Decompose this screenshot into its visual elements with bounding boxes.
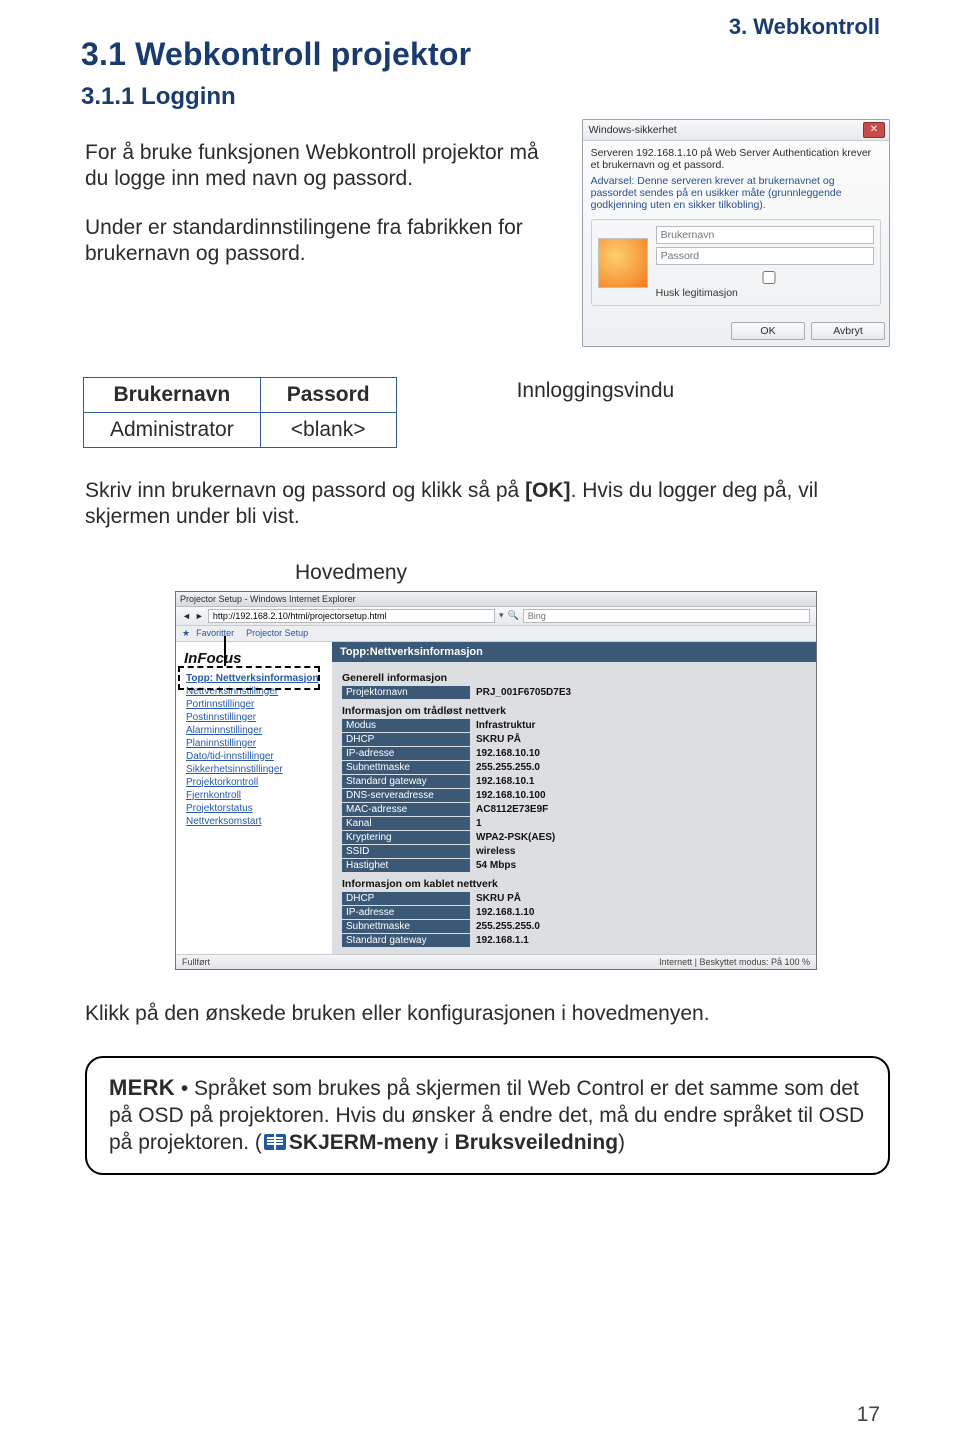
kv-value: 192.168.10.10: [470, 747, 546, 760]
browser-window-figure: Projector Setup - Windows Internet Explo…: [175, 591, 817, 970]
forward-icon[interactable]: ►: [195, 611, 204, 621]
close-icon[interactable]: ✕: [863, 122, 885, 138]
note-label: MERK: [109, 1075, 175, 1100]
sidebar: InFocus Topp: Nettverksinformasjon Nettve…: [176, 642, 332, 954]
kv-value: 192.168.10.100: [470, 789, 552, 802]
section-general: Generell informasjon: [342, 672, 806, 684]
kv-value: wireless: [470, 845, 521, 858]
address-bar[interactable]: [208, 609, 495, 623]
intro-paragraph-2: Under er standardinnstilingene fra fabri…: [85, 215, 554, 268]
kv-value: 255.255.255.0: [470, 761, 546, 774]
page-number: 17: [857, 1403, 880, 1427]
page-tab[interactable]: Projector Setup: [246, 628, 308, 638]
sidebar-item[interactable]: Dato/tid-innstillinger: [186, 751, 328, 762]
favorites-label[interactable]: Favoritter: [196, 628, 234, 638]
sidebar-item[interactable]: Topp: Nettverksinformasjon: [186, 673, 328, 684]
kv-value: SKRU PÅ: [470, 733, 527, 746]
sidebar-item[interactable]: Projektorkontroll: [186, 777, 328, 788]
search-box[interactable]: [523, 609, 810, 623]
remember-label: Husk legitimasjon: [656, 287, 738, 299]
kv-key: Kanal: [342, 817, 470, 830]
status-right: Internett | Beskyttet modus: På 100 %: [659, 957, 810, 967]
cred-header-pass: Passord: [260, 378, 396, 413]
kv-key: DNS-serveradresse: [342, 789, 470, 802]
kv-value: Infrastruktur: [470, 719, 541, 732]
status-left: Fullført: [182, 957, 210, 967]
sidebar-item[interactable]: Fjernkontroll: [186, 790, 328, 801]
kv-value: AC8112E73E9F: [470, 803, 554, 816]
kv-key: Subnettmaske: [342, 761, 470, 774]
kv-value: SKRU PÅ: [470, 892, 527, 905]
login-dialog-figure: Windows-sikkerhet ✕ Serveren 192.168.1.1…: [582, 119, 890, 347]
dialog-title: Windows-sikkerhet: [589, 124, 677, 136]
kv-key: Kryptering: [342, 831, 470, 844]
kv-key: Standard gateway: [342, 934, 470, 947]
sidebar-item[interactable]: Postinnstillinger: [186, 712, 328, 723]
kv-value: 255.255.255.0: [470, 920, 546, 933]
intro-paragraph-1: For å bruke funksjonen Webkontroll proje…: [85, 140, 554, 193]
username-input[interactable]: [656, 226, 874, 244]
instruction-paragraph: Skriv inn brukernavn og passord og klikk…: [85, 478, 865, 531]
login-window-label: Innloggingsvindu: [517, 379, 675, 403]
section-breadcrumb: 3. Webkontroll: [729, 14, 880, 40]
kv-key: Projektornavn: [342, 686, 470, 699]
credentials-table: Brukernavn Passord Administrator <blank>: [83, 377, 397, 448]
password-input[interactable]: [656, 247, 874, 265]
cred-user: Administrator: [84, 413, 261, 448]
cancel-button[interactable]: Avbryt: [811, 322, 885, 340]
kv-key: Hastighet: [342, 859, 470, 872]
ok-button[interactable]: OK: [731, 322, 805, 340]
browser-title: Projector Setup - Windows Internet Explo…: [180, 594, 356, 604]
dialog-text-1: Serveren 192.168.1.10 på Web Server Auth…: [591, 147, 881, 171]
sidebar-item[interactable]: Sikkerhetsinnstillinger: [186, 764, 328, 775]
kv-value: 192.168.10.1: [470, 775, 540, 788]
book-icon: [264, 1134, 286, 1150]
kv-value: 192.168.1.10: [470, 906, 540, 919]
remember-checkbox[interactable]: Husk legitimasjon: [656, 268, 874, 299]
section-wired: Informasjon om kablet nettverk: [342, 878, 806, 890]
cred-pass: <blank>: [260, 413, 396, 448]
dialog-warning: Advarsel: Denne serveren krever at bruke…: [591, 175, 881, 211]
kv-key: MAC-adresse: [342, 803, 470, 816]
kv-value: 192.168.1.1: [470, 934, 535, 947]
sidebar-item[interactable]: Planinnstillinger: [186, 738, 328, 749]
kv-key: Standard gateway: [342, 775, 470, 788]
instruction-paragraph-2: Klikk på den ønskede bruken eller konfig…: [85, 1002, 890, 1026]
sidebar-item[interactable]: Nettverksinnstillinger: [186, 686, 328, 697]
avatar: [598, 238, 648, 288]
brand-logo: InFocus: [184, 650, 330, 667]
sidebar-item[interactable]: Alarminnstillinger: [186, 725, 328, 736]
sidebar-item[interactable]: Portinnstillinger: [186, 699, 328, 710]
back-icon[interactable]: ◄: [182, 611, 191, 621]
kv-key: Modus: [342, 719, 470, 732]
sidebar-item[interactable]: Projektorstatus: [186, 803, 328, 814]
kv-key: SSID: [342, 845, 470, 858]
heading-1: 3.1 Webkontroll projektor: [81, 36, 890, 73]
section-wireless: Informasjon om trådløst nettverk: [342, 705, 806, 717]
kv-value: PRJ_001F6705D7E3: [470, 686, 577, 699]
kv-key: IP-adresse: [342, 906, 470, 919]
kv-value: 1: [470, 817, 488, 830]
sidebar-item[interactable]: Nettverksomstart: [186, 816, 328, 827]
kv-key: Subnettmaske: [342, 920, 470, 933]
note-box: MERK • Språket som brukes på skjermen ti…: [85, 1056, 890, 1175]
kv-key: DHCP: [342, 733, 470, 746]
heading-2: 3.1.1 Logginn: [81, 83, 890, 111]
kv-key: IP-adresse: [342, 747, 470, 760]
panel-heading: Topp:Nettverksinformasjon: [332, 642, 816, 662]
kv-value: WPA2-PSK(AES): [470, 831, 561, 844]
kv-key: DHCP: [342, 892, 470, 905]
main-menu-label: Hovedmeny: [295, 561, 890, 585]
cred-header-user: Brukernavn: [84, 378, 261, 413]
kv-value: 54 Mbps: [470, 859, 522, 872]
